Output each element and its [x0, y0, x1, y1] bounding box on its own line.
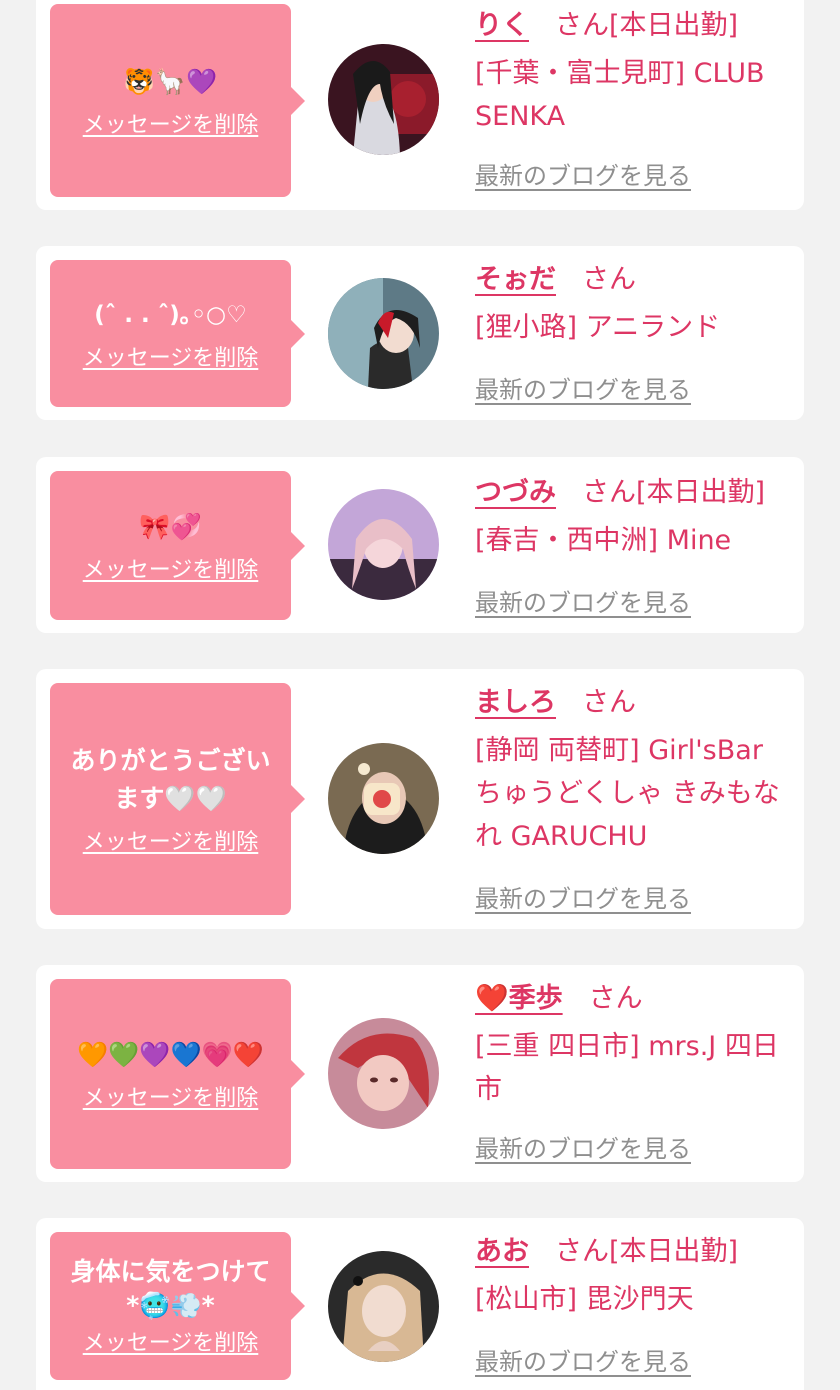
name-row: ❤️季歩 さん: [475, 981, 790, 1017]
cast-info: あお さん[本日出勤] [松山市] 毘沙門天 最新のブログを見る: [475, 1234, 790, 1376]
cast-name-link[interactable]: そぉだ: [475, 264, 556, 295]
favorites-list: 🐯🦙💜 メッセージを削除 りく さん[本日出勤] [千葉・富士見町] CLUB S…: [0, 0, 840, 1390]
status-badge: [本日出勤]: [636, 477, 766, 508]
message-text: 身体に気をつけて *🥶💨*: [70, 1257, 271, 1320]
honorific: さん: [582, 687, 636, 718]
delete-message-link[interactable]: メッセージを削除: [83, 1080, 259, 1112]
cast-name-link[interactable]: あお: [475, 1236, 529, 1267]
avatar[interactable]: [328, 1251, 439, 1362]
delete-message-link[interactable]: メッセージを削除: [83, 552, 259, 584]
status-badge: [本日出勤]: [609, 10, 739, 41]
honorific: さん: [588, 983, 643, 1014]
latest-blog-link[interactable]: 最新のブログを見る: [475, 1342, 691, 1377]
cast-info: りく さん[本日出勤] [千葉・富士見町] CLUB SENKA 最新のブログを見…: [475, 8, 790, 190]
cast-name-link[interactable]: つづみ: [475, 477, 556, 508]
cast-info: ましろ さん [静岡 両替町] Girl'sBar ちゅうどくしゃ きみもなれ G…: [475, 685, 790, 913]
shop-location: [松山市] 毘沙門天: [475, 1284, 694, 1315]
delete-message-link[interactable]: メッセージを削除: [83, 107, 259, 139]
latest-blog-link[interactable]: 最新のブログを見る: [475, 879, 691, 914]
list-item: 🧡💚💜💙💗❤️ メッセージを削除 ❤️季歩 さん [三重 四日市] mrs.J 四…: [36, 965, 804, 1182]
cast-name-link[interactable]: ましろ: [475, 687, 556, 718]
delete-message-link[interactable]: メッセージを削除: [83, 1325, 259, 1357]
avatar[interactable]: [328, 278, 439, 389]
avatar[interactable]: [328, 743, 439, 854]
list-item: (ˆ . . ˆ)｡◦○♡ メッセージを削除 そぉだ さん [狸小路] アニランド…: [36, 246, 804, 420]
cast-info: ❤️季歩 さん [三重 四日市] mrs.J 四日市 最新のブログを見る: [475, 981, 790, 1163]
message-bubble: 🎀💞 メッセージを削除: [50, 471, 305, 620]
message-text: 🐯🦙💜: [123, 66, 218, 96]
name-row: そぉだ さん: [475, 262, 790, 298]
message-bubble: 🧡💚💜💙💗❤️ メッセージを削除: [50, 979, 305, 1169]
name-row: ましろ さん: [475, 685, 790, 721]
shop-location: [静岡 両替町] Girl'sBar ちゅうどくしゃ きみもなれ GARUCHU: [475, 735, 780, 852]
delete-message-link[interactable]: メッセージを削除: [83, 340, 259, 372]
list-item: ありがとうございます🤍🤍 メッセージを削除 ましろ さん [静岡 両替町] Gir…: [36, 669, 804, 929]
honorific: さん: [555, 10, 609, 41]
avatar[interactable]: [328, 1018, 439, 1129]
message-text: 🧡💚💜💙💗❤️: [77, 1040, 264, 1069]
latest-blog-link[interactable]: 最新のブログを見る: [475, 370, 691, 405]
shop-location: [春吉・西中洲] Mine: [475, 525, 732, 556]
cast-info: つづみ さん[本日出勤] [春吉・西中洲] Mine 最新のブログを見る: [475, 475, 790, 617]
message-bubble: ありがとうございます🤍🤍 メッセージを削除: [50, 683, 305, 915]
name-row: りく さん[本日出勤]: [475, 8, 790, 44]
message-bubble: 🐯🦙💜 メッセージを削除: [50, 4, 305, 197]
status-badge: [本日出勤]: [609, 1236, 739, 1267]
name-row: あお さん[本日出勤]: [475, 1234, 790, 1270]
name-row: つづみ さん[本日出勤]: [475, 475, 790, 511]
message-text: ありがとうございます🤍🤍: [70, 746, 271, 813]
message-text: (ˆ . . ˆ)｡◦○♡: [94, 301, 247, 328]
cast-name-link[interactable]: りく: [475, 10, 529, 41]
message-bubble: (ˆ . . ˆ)｡◦○♡ メッセージを削除: [50, 260, 305, 407]
list-item: 🐯🦙💜 メッセージを削除 りく さん[本日出勤] [千葉・富士見町] CLUB S…: [36, 0, 804, 210]
message-bubble: 身体に気をつけて *🥶💨* メッセージを削除: [50, 1232, 305, 1380]
list-item: 身体に気をつけて *🥶💨* メッセージを削除 あお さん[本日出勤] [松山市] …: [36, 1218, 804, 1390]
list-item: 🎀💞 メッセージを削除 つづみ さん[本日出勤] [春吉・西中洲] Mine 最新…: [36, 457, 804, 633]
shop-location: [三重 四日市] mrs.J 四日市: [475, 1031, 779, 1105]
honorific: さん: [582, 477, 636, 508]
message-text: 🎀💞: [139, 511, 202, 541]
latest-blog-link[interactable]: 最新のブログを見る: [475, 1129, 691, 1164]
delete-message-link[interactable]: メッセージを削除: [83, 824, 259, 856]
latest-blog-link[interactable]: 最新のブログを見る: [475, 156, 691, 191]
cast-name-link[interactable]: ❤️季歩: [475, 983, 563, 1014]
avatar[interactable]: [328, 489, 439, 600]
honorific: さん: [555, 1236, 609, 1267]
shop-location: [狸小路] アニランド: [475, 312, 721, 343]
shop-location: [千葉・富士見町] CLUB SENKA: [475, 58, 765, 132]
latest-blog-link[interactable]: 最新のブログを見る: [475, 583, 691, 618]
avatar[interactable]: [328, 44, 439, 155]
honorific: さん: [582, 264, 636, 295]
cast-info: そぉだ さん [狸小路] アニランド 最新のブログを見る: [475, 262, 790, 404]
